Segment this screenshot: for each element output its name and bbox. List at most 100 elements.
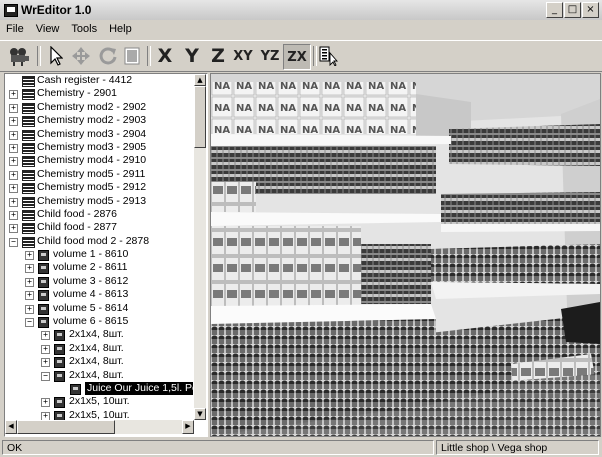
collapse-icon[interactable]: − [25,318,34,328]
tree-horizontal-scrollbar[interactable]: ◀ ▶ [5,420,194,434]
tree-row-label: volume 6 - 8615 [53,315,129,328]
menu-view[interactable]: View [30,21,66,39]
3d-viewport[interactable]: NA [210,73,601,437]
expand-icon[interactable]: + [9,210,18,220]
xy-plane-button[interactable]: XY [230,44,256,68]
tree-row[interactable]: + Chemistry mod3 - 2905 [5,141,193,154]
tree-row[interactable]: + Chemistry mod2 - 2903 [5,114,193,128]
box-node-icon [54,370,65,382]
tree-row[interactable]: + Chemistry mod5 - 2911 [5,168,193,181]
tree-row[interactable]: + volume 2 - 8611 [5,261,193,275]
tree-row[interactable]: − volume 6 - 8615 [5,315,193,329]
maximize-button[interactable]: □ [564,2,581,18]
expand-icon[interactable]: + [41,411,50,420]
expand-icon[interactable]: + [9,197,18,207]
rotate-icon[interactable] [97,44,119,68]
tree-row[interactable]: Cash register - 4412 [5,74,193,87]
expand-icon[interactable]: + [9,103,18,113]
tree-row[interactable]: +2x1x5, 10шт. [5,409,193,420]
tree-row[interactable]: − 2x1x4, 8шт. [5,369,193,382]
x-axis-button[interactable]: X [153,44,177,68]
tree-row-label: volume 1 - 8610 [53,248,129,261]
expand-icon[interactable]: + [9,130,18,140]
scene-tree[interactable]: Cash register - 4412 + Chemistry - 2901 + Ch… [4,73,208,437]
tree-row[interactable]: + Chemistry mod5 - 2913 [5,195,193,208]
box-node-icon [54,410,65,420]
tree-row[interactable]: +2x1x4, 8шт. [5,328,193,342]
tree-row-label: Chemistry mod5 - 2913 [37,194,147,207]
list-node-icon [22,223,35,235]
tree-row-label: Child food - 2876 [37,207,117,220]
tree-row[interactable]: + Chemistry - 2901 [5,87,193,101]
status-bar: OK Little shop \ Vega shop [0,439,602,457]
y-axis-button[interactable]: Y [180,44,204,68]
box-node-icon [54,397,65,409]
expand-icon[interactable]: + [25,264,34,274]
tree-vertical-scrollbar[interactable]: ▲ ▼ [194,74,206,420]
expand-icon[interactable]: + [9,90,18,100]
select-arrow-icon[interactable] [45,44,67,68]
tree-row[interactable]: + Chemistry mod3 - 2904 [5,128,193,141]
tree-row[interactable]: + volume 3 - 8612 [5,275,193,288]
expand-icon[interactable]: + [41,358,50,368]
expand-icon[interactable]: + [25,277,34,287]
tree-row[interactable]: + volume 4 - 8613 [5,288,193,302]
tree-row[interactable]: + Chemistry mod2 - 2902 [5,101,193,114]
scroll-up-icon[interactable]: ▲ [194,74,206,86]
expand-icon[interactable]: + [9,170,18,180]
expand-icon[interactable]: + [41,344,50,354]
scroll-thumb[interactable] [194,86,206,148]
expand-icon[interactable]: + [25,304,34,314]
expand-icon[interactable]: + [9,143,18,153]
scroll-right-icon[interactable]: ▶ [182,420,194,434]
scroll-thumb-horizontal[interactable] [17,420,115,434]
expand-icon[interactable]: + [9,157,18,167]
menu-file[interactable]: File [0,21,30,39]
tree-row[interactable]: +2x1x4, 8шт. [5,342,193,355]
z-axis-button[interactable]: Z [206,44,230,68]
tree-row[interactable]: + Chemistry mod4 - 2910 [5,154,193,168]
tree-row[interactable]: +2x1x4, 8шт. [5,355,193,369]
title-bar[interactable]: WrEditor 1.0 _ □ × [0,0,602,20]
list-node-icon [22,129,35,141]
list-cursor-icon[interactable] [318,44,340,68]
expand-icon[interactable]: + [41,398,50,408]
list-node-icon [22,76,35,87]
minimize-button[interactable]: _ [546,2,563,18]
expand-icon[interactable]: + [25,251,34,261]
expand-icon[interactable]: + [9,224,18,234]
collapse-icon[interactable]: − [41,371,50,381]
menu-tools[interactable]: Tools [65,21,103,39]
tree-row[interactable]: + Child food - 2876 [5,208,193,221]
tree-row[interactable]: + volume 1 - 8610 [5,248,193,262]
tree-row[interactable]: − Child food mod 2 - 2878 [5,235,193,248]
list-node-icon [22,142,35,154]
tree-row[interactable]: + Child food - 2877 [5,221,193,235]
expand-icon[interactable]: + [41,331,50,341]
yz-plane-button[interactable]: YZ [257,44,283,68]
menu-help[interactable]: Help [103,21,138,39]
expand-icon[interactable]: + [9,184,18,194]
expand-icon[interactable]: + [9,117,18,127]
scroll-down-icon[interactable]: ▼ [194,408,206,420]
tree-row[interactable]: +2x1x5, 10шт. [5,395,193,409]
app-window: WrEditor 1.0 _ □ × File View Tools Help … [0,0,602,457]
list-node-icon [22,236,35,248]
collapse-icon[interactable]: − [9,237,18,247]
list-node-icon [22,89,35,101]
tree-row[interactable]: Juice Our Juice 1,5l. Peac [5,381,193,395]
scale-icon[interactable] [122,44,142,68]
move-icon[interactable] [70,44,92,68]
camera-icon[interactable] [6,44,32,68]
window-title: WrEditor 1.0 [21,3,92,17]
tree-row[interactable]: + Chemistry mod5 - 2912 [5,181,193,195]
zx-plane-button[interactable]: ZX [283,44,311,70]
scroll-left-icon[interactable]: ◀ [5,420,17,434]
expand-icon[interactable]: + [25,291,34,301]
tree-row[interactable]: + volume 5 - 8614 [5,302,193,315]
box-node-icon [54,343,65,355]
list-node-icon [22,116,35,128]
tree-row-label: Chemistry mod3 - 2905 [37,140,147,153]
box-node-icon [38,263,49,275]
close-button[interactable]: × [582,2,599,18]
